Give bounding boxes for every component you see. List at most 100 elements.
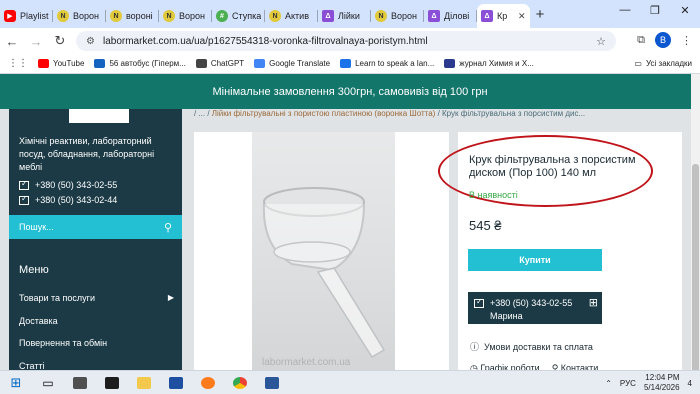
address-bar[interactable]: ⚙ labormarket.com.ua/ua/p1627554318-voro…	[76, 31, 616, 51]
flask-icon: Δ	[481, 10, 493, 22]
tab-label: Playlist	[20, 11, 49, 21]
bookmark-favicon-icon	[94, 59, 106, 68]
bookmark-2[interactable]: ChatGPT	[195, 59, 244, 68]
tab-9[interactable]: Δ Кр ✕	[477, 4, 530, 28]
forward-icon[interactable]: →	[24, 34, 48, 49]
tab-list: ▶ Playlist N Ворон Nвороні N Ворон # Ступка N Акти…	[0, 4, 530, 28]
site-info-icon[interactable]: ⚙	[86, 36, 95, 47]
notification-badge[interactable]: 4	[688, 379, 692, 388]
clock[interactable]: 12:04 PM 5/14/2026	[644, 373, 680, 393]
url-text: labormarket.com.ua/ua/p1627554318-voronk…	[102, 35, 428, 47]
page-content: Хімічні реактиви, лабораторний посуд, об…	[0, 109, 691, 374]
bookmark-label: Learn to speak a lan...	[355, 59, 435, 68]
contact-card[interactable]: +380 (50) 343-02-55 Марина ⊞	[468, 292, 602, 324]
tray-chevron-icon[interactable]: ⌃	[605, 379, 612, 388]
search-input[interactable]: Пошук... ⚲	[9, 215, 182, 239]
apps-grid-icon[interactable]: ⋮⋮	[8, 58, 28, 69]
bookmark-3[interactable]: Google Translate	[254, 59, 330, 68]
chrome-icon[interactable]	[224, 372, 256, 394]
bookmark-1[interactable]: 56 автобус (Гіперм...	[94, 59, 186, 68]
save-app-icon[interactable]	[160, 372, 192, 394]
site-logo[interactable]	[69, 109, 129, 123]
bookmark-4[interactable]: Learn to speak a lan...	[340, 59, 434, 68]
menu-item-label: Товари та послуги	[19, 293, 95, 303]
bookmark-favicon-icon	[38, 59, 49, 68]
contact-phone: +380 (50) 343-02-55	[490, 298, 573, 308]
tab-7[interactable]: N Ворон	[371, 4, 424, 28]
start-button[interactable]: ⊞	[0, 372, 32, 394]
close-window-icon[interactable]: ✕	[670, 4, 700, 17]
bookmark-list: YouTube 56 автобус (Гіперм... ChatGPT Googl…	[28, 59, 534, 68]
site-icon: N	[375, 10, 387, 22]
bookmark-0[interactable]: YouTube	[38, 59, 84, 68]
phone-1[interactable]: +380 (50) 343-02-55	[19, 179, 117, 190]
tab-8[interactable]: Δ Ділові	[424, 4, 477, 28]
search-placeholder: Пошук...	[19, 222, 54, 232]
tab-label: вороні	[126, 11, 153, 21]
expand-plus-icon[interactable]: ⊞	[589, 296, 598, 309]
phone-2[interactable]: +380 (50) 343-02-44	[19, 194, 118, 205]
maximize-icon[interactable]: ❐	[640, 4, 670, 17]
site-icon: N	[57, 10, 69, 22]
product-title: Крук фільтрувальна з порсистим диском (П…	[469, 154, 636, 179]
tab-4[interactable]: # Ступка	[212, 4, 265, 28]
sidebar: Хімічні реактиви, лабораторний посуд, об…	[9, 109, 182, 374]
product-photo[interactable]: labormarket.com.ua	[252, 132, 395, 374]
breadcrumb: / ... / Лійки фільтрувальні з пористою п…	[194, 109, 682, 121]
tab-label: Ворон	[179, 11, 205, 21]
reload-icon[interactable]: ↻	[48, 33, 72, 49]
video-editor-icon[interactable]	[96, 372, 128, 394]
phone-2-text: +380 (50) 343-02-44	[35, 195, 118, 205]
tab-3[interactable]: N Ворон	[159, 4, 212, 28]
tab-label: Ворон	[73, 11, 99, 21]
firefox-icon[interactable]	[192, 372, 224, 394]
bookmark-favicon-icon	[254, 59, 266, 68]
tab-5[interactable]: N Актив	[265, 4, 318, 28]
browser-toolbar: ← → ↻ ⚙ labormarket.com.ua/ua/p162755431…	[0, 28, 700, 54]
tab-label: Ступка	[232, 11, 261, 21]
extensions-icon[interactable]: ⧉	[637, 34, 645, 47]
scrollbar-thumb[interactable]	[692, 164, 699, 394]
all-bookmarks[interactable]: ▭ Усі закладки	[634, 59, 692, 68]
site-icon: N	[269, 10, 281, 22]
funnel-image	[262, 187, 386, 359]
bookmark-star-icon[interactable]: ☆	[596, 35, 606, 48]
delivery-terms-link[interactable]: ⓘ Умови доставки та сплата	[470, 340, 593, 353]
delivery-terms-label: Умови доставки та сплата	[484, 341, 593, 352]
remote-desktop-icon[interactable]	[256, 372, 288, 394]
close-tab-icon[interactable]: ✕	[518, 11, 526, 22]
menu-item-label: Повернення та обмін	[19, 338, 108, 348]
windows-logo-icon: ⊞	[10, 374, 22, 390]
language-indicator[interactable]: РУС	[620, 379, 636, 388]
menu-dots-icon[interactable]: ⋮	[681, 34, 692, 47]
new-tab-button[interactable]: +	[530, 4, 550, 28]
bookmark-5[interactable]: журнал Химия и Х...	[444, 59, 534, 68]
info-icon: ⓘ	[470, 342, 480, 352]
tab-label: Кр	[497, 11, 508, 21]
tab-label: Ділові	[444, 11, 470, 21]
bookmarks-bar: ⋮⋮ YouTube 56 автобус (Гіперм... ChatGPT Go…	[0, 54, 700, 74]
site-tagline: Хімічні реактиви, лабораторний посуд, об…	[19, 136, 155, 172]
search-icon[interactable]: ⚲	[164, 221, 172, 234]
tab-6[interactable]: Δ Лійки	[318, 4, 371, 28]
back-icon[interactable]: ←	[0, 34, 24, 49]
menu-item-delivery[interactable]: Доставка	[19, 316, 174, 326]
phone-icon	[19, 179, 29, 190]
menu-item-products[interactable]: Товари та послуги ▶	[19, 293, 174, 303]
bookmark-label: Google Translate	[269, 59, 331, 68]
minimize-icon[interactable]: —	[610, 4, 640, 17]
contact-name: Марина	[490, 311, 523, 321]
tab-0[interactable]: ▶ Playlist	[0, 4, 53, 28]
menu-item-label: Доставка	[19, 316, 58, 326]
tab-1[interactable]: N Ворон	[53, 4, 106, 28]
buy-button[interactable]: Купити	[468, 249, 602, 271]
tab-2[interactable]: Nвороні	[106, 4, 159, 28]
scrollbar[interactable]	[691, 74, 700, 394]
file-explorer-icon[interactable]	[128, 372, 160, 394]
profile-avatar[interactable]: B	[655, 32, 671, 48]
task-view-icon[interactable]: ▭	[32, 372, 64, 394]
bookmark-label: 56 автобус (Гіперм...	[109, 59, 186, 68]
calculator-icon[interactable]	[64, 372, 96, 394]
breadcrumb-link[interactable]: Лійки фільтрувальні з пористою пластиною…	[212, 109, 436, 118]
menu-item-returns[interactable]: Повернення та обмін	[19, 338, 174, 348]
